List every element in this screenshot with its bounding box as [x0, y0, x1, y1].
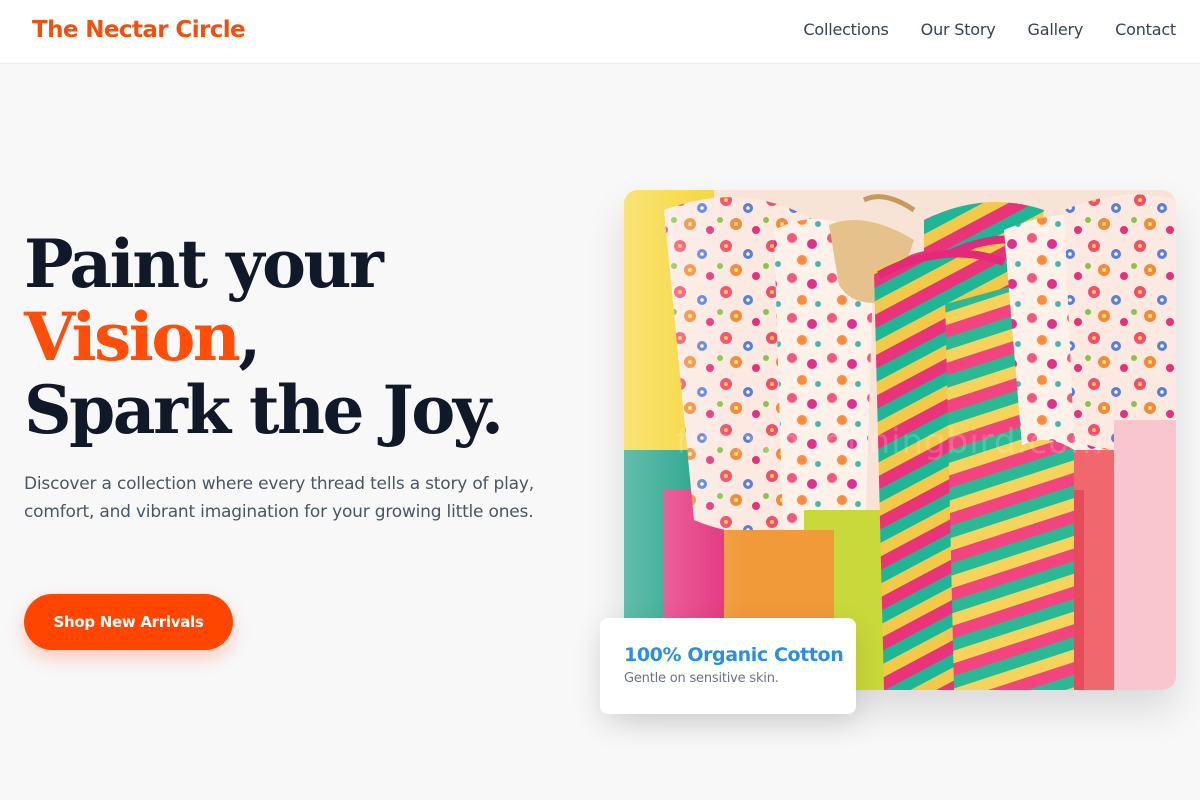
brand-logo[interactable]: The Nectar Circle — [32, 17, 246, 43]
badge-subtitle: Gentle on sensitive skin. — [624, 671, 779, 686]
top-nav: The Nectar Circle Collections Our Story … — [0, 0, 1200, 64]
hero-title-comma: , — [238, 298, 261, 376]
nav-link-collections[interactable]: Collections — [803, 20, 888, 39]
nav-links: Collections Our Story Gallery Contact — [803, 20, 1176, 39]
hero-description: Discover a collection where every thread… — [24, 474, 534, 522]
photo-watermark: funnyhummingbird.com — [676, 422, 1105, 462]
hero-title-line-1: Paint your — [24, 225, 384, 303]
nav-link-our-story[interactable]: Our Story — [921, 20, 996, 39]
hero-title: Paint your Vision, Spark the Joy. — [24, 228, 584, 447]
shop-new-arrivals-button[interactable]: Shop New Arrivals — [24, 594, 233, 650]
hero-title-accent: Vision — [24, 298, 241, 376]
nav-link-contact[interactable]: Contact — [1115, 20, 1176, 39]
nav-link-gallery[interactable]: Gallery — [1028, 20, 1084, 39]
hero-photo: funnyhummingbird.com — [624, 190, 1176, 690]
hero-title-line-2: Vision, — [24, 301, 584, 374]
hero-title-line-3: Spark the Joy. — [24, 371, 504, 449]
badge-title: 100% Organic Cotton — [624, 644, 844, 666]
organic-cotton-card: 100% Organic Cotton Gentle on sensitive … — [600, 618, 856, 714]
